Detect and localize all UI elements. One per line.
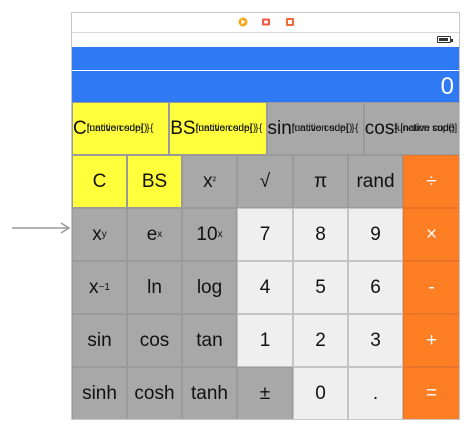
plus-minus-button[interactable]: ± [237, 367, 293, 419]
plus-button-label: + [425, 329, 438, 351]
log-button-label: log [196, 276, 223, 298]
top-cos-button-label: cos [364, 117, 395, 139]
equals-button-label: = [425, 382, 438, 404]
sin-button-label: sin [87, 329, 112, 351]
digit-8-button[interactable]: 8 [293, 208, 348, 261]
entry-point-arrow-icon [12, 222, 71, 234]
result-display: 0 [72, 71, 459, 102]
pi-button-label: π [313, 170, 328, 192]
top-backspace-button[interactable]: BS function sup() { [native code] } [169, 102, 267, 155]
battery-icon [437, 36, 453, 43]
digit-3-button[interactable]: 3 [348, 314, 403, 367]
scene-dock [72, 13, 459, 33]
cos-button[interactable]: cos [127, 314, 182, 367]
ln-button-label: ln [147, 276, 162, 298]
decimal-button[interactable]: . [348, 367, 403, 419]
sin-button[interactable]: sin [72, 314, 127, 367]
display-header [72, 47, 459, 70]
log-button[interactable]: log [182, 261, 237, 314]
view-controller-frame[interactable]: 0 Cfunction sup() { [native code] } BS fun… [71, 12, 460, 420]
reciprocal-button[interactable]: x −1 [72, 261, 127, 314]
sinh-button-label: sinh [82, 382, 117, 404]
minus-button-label: - [428, 276, 435, 298]
x-pow-y-button-label: x [92, 223, 102, 245]
view-controller-icon[interactable] [238, 17, 248, 27]
digit-2-button-label: 2 [315, 329, 326, 351]
multiply-button-label: × [425, 223, 438, 245]
cos-button-label: cos [139, 329, 170, 351]
digit-5-button[interactable]: 5 [293, 261, 348, 314]
digit-0-button-label: 0 [315, 382, 326, 404]
divide-button-label: ÷ [426, 170, 437, 192]
digit-7-button-label: 7 [259, 223, 271, 245]
cosh-button-label: cosh [134, 382, 175, 404]
digit-3-button-label: 3 [370, 329, 381, 351]
digit-6-button[interactable]: 6 [348, 261, 403, 314]
clear-button[interactable]: C [72, 155, 127, 208]
top-backspace-button-label: BS [170, 117, 196, 139]
digit-4-button[interactable]: 4 [237, 261, 293, 314]
square-button[interactable]: x² [182, 155, 237, 208]
top-sin-button-label: sin [267, 117, 292, 139]
reciprocal-button-label: x [89, 276, 99, 298]
ln-button[interactable]: ln [127, 261, 182, 314]
digit-1-button-label: 1 [259, 329, 271, 351]
digit-9-button[interactable]: 9 [348, 208, 403, 261]
digit-9-button-label: 9 [370, 223, 381, 245]
digit-2-button[interactable]: 2 [293, 314, 348, 367]
sqrt-button-label: √ [259, 170, 271, 192]
pi-button[interactable]: π [293, 155, 348, 208]
clear-button-label: C [92, 170, 107, 192]
digit-5-button-label: 5 [315, 276, 326, 298]
tanh-button[interactable]: tanh [182, 367, 237, 419]
digit-6-button-label: 6 [370, 276, 381, 298]
status-bar [72, 33, 459, 47]
digit-1-button[interactable]: 1 [237, 314, 293, 367]
tan-button-label: tan [196, 329, 223, 351]
digit-4-button-label: 4 [259, 276, 271, 298]
square-button-label: x [203, 170, 213, 192]
top-cos-button[interactable]: cos function sup() { [native code] } [363, 102, 459, 155]
first-responder-icon[interactable] [261, 17, 271, 27]
digit-8-button-label: 8 [315, 223, 326, 245]
sqrt-button[interactable]: √ [237, 155, 293, 208]
e-pow-x-button[interactable]: ex [127, 208, 182, 261]
tan-button[interactable]: tan [182, 314, 237, 367]
backspace-button[interactable]: BS [127, 155, 182, 208]
backspace-button-label: BS [141, 170, 168, 192]
cosh-button[interactable]: cosh [127, 367, 182, 419]
rand-button[interactable]: rand [348, 155, 403, 208]
divide-button[interactable]: ÷ [403, 155, 459, 208]
minus-button[interactable]: - [403, 261, 459, 314]
plus-minus-button-label: ± [259, 382, 271, 404]
ten-pow-x-button-label: 10 [196, 223, 218, 245]
top-sin-button[interactable]: sin function sup() { [native code] } [266, 102, 364, 155]
ten-pow-x-button[interactable]: 10 x [182, 208, 237, 261]
digit-7-button[interactable]: 7 [237, 208, 293, 261]
rand-button-label: rand [356, 170, 395, 192]
x-pow-y-button[interactable]: xy [72, 208, 127, 261]
exit-icon[interactable] [285, 17, 295, 27]
plus-button[interactable]: + [403, 314, 459, 367]
sinh-button[interactable]: sinh [72, 367, 127, 419]
top-clear-button-label: C [73, 117, 87, 139]
e-pow-x-button-label: e [146, 223, 158, 245]
digit-0-button[interactable]: 0 [293, 367, 348, 419]
multiply-button[interactable]: × [403, 208, 459, 261]
decimal-button-label: . [372, 382, 379, 404]
top-clear-button[interactable]: Cfunction sup() { [native code] } [72, 102, 170, 155]
equals-button[interactable]: = [403, 367, 459, 419]
tanh-button-label: tanh [191, 382, 228, 404]
